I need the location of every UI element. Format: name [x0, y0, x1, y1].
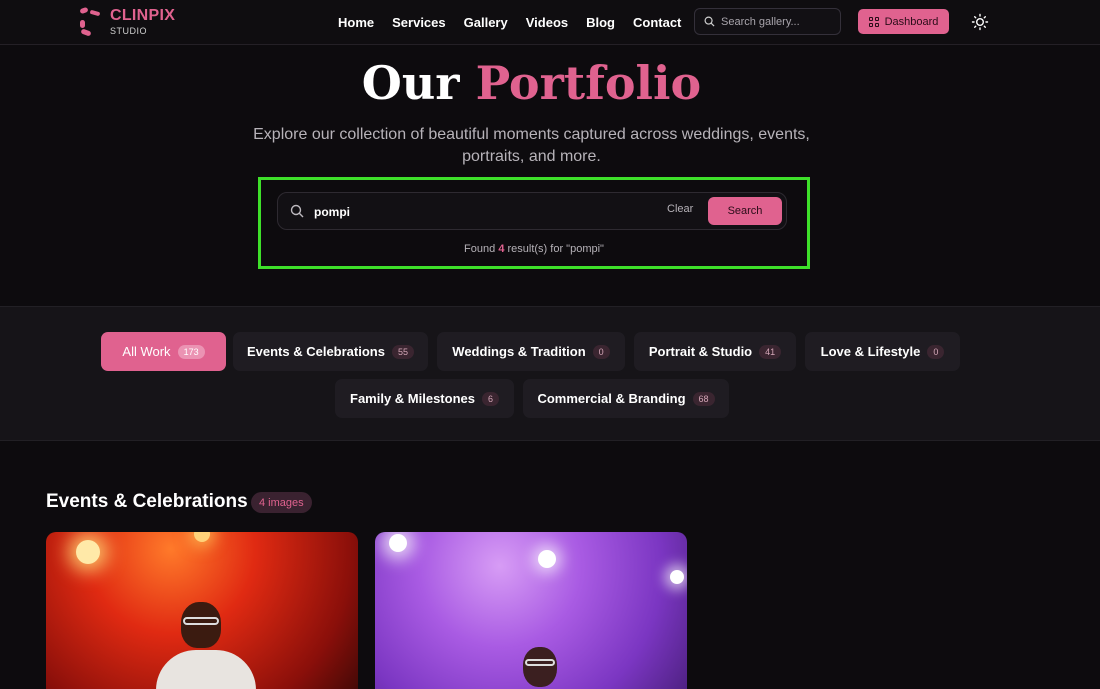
category-filter-bar: All Work 173 Events & Celebrations 55 We… — [0, 306, 1100, 441]
brand-sub: STUDIO — [110, 26, 148, 36]
filter-chip-portrait[interactable]: Portrait & Studio 41 — [634, 332, 796, 371]
section-title: Events & Celebrations — [46, 491, 248, 512]
nav-search-input[interactable] — [721, 15, 831, 28]
nav-search-box[interactable] — [694, 8, 841, 35]
filter-chip-count: 41 — [759, 344, 782, 359]
filter-chip-label: Events & Celebrations — [246, 344, 385, 359]
nav-link-videos[interactable]: Videos — [526, 15, 568, 30]
performer-figure — [156, 602, 256, 689]
filter-chip-family[interactable]: Family & Milestones 6 — [335, 379, 514, 418]
search-result-summary: Found 4 result(s) for "pompi" — [258, 243, 810, 255]
filter-chip-label: All Work — [122, 344, 171, 359]
result-suffix: result(s) for "pompi" — [507, 243, 604, 255]
nav-link-home[interactable]: Home — [338, 15, 374, 30]
dashboard-button[interactable]: Dashboard — [858, 9, 949, 34]
filter-chip-label: Family & Milestones — [350, 391, 475, 406]
event-photo-card[interactable] — [46, 532, 358, 689]
logo-mark-icon — [78, 6, 102, 38]
nav-link-gallery[interactable]: Gallery — [464, 15, 508, 30]
page-title-plain: Our — [361, 56, 460, 110]
filter-chip-count: 6 — [481, 391, 499, 406]
filter-chip-label: Portrait & Studio — [648, 344, 753, 359]
nav-link-contact[interactable]: Contact — [633, 15, 681, 30]
image-count-badge: 4 images — [251, 492, 312, 513]
filter-chip-label: Love & Lifestyle — [820, 344, 921, 359]
dashboard-label: Dashboard — [884, 15, 939, 28]
grid-icon — [868, 16, 879, 27]
top-navbar: CLINPIX STUDIO Home Services Gallery Vid… — [0, 0, 1100, 45]
filter-chip-events[interactable]: Events & Celebrations 55 — [233, 332, 428, 371]
filter-chip-all-work[interactable]: All Work 173 — [101, 332, 226, 371]
page-title: Our Portfolio — [0, 56, 1063, 110]
nav-link-blog[interactable]: Blog — [586, 15, 615, 30]
page-subtitle: Explore our collection of beautiful mome… — [253, 126, 810, 165]
nav-links: Home Services Gallery Videos Blog Contac… — [338, 0, 699, 44]
filter-chip-count: 0 — [927, 344, 945, 359]
filter-chip-weddings[interactable]: Weddings & Tradition 0 — [437, 332, 625, 371]
result-prefix: Found — [464, 243, 496, 255]
page-title-accent: Portfolio — [475, 56, 702, 110]
filter-chip-count: 173 — [177, 344, 205, 359]
filter-chip-label: Commercial & Branding — [537, 391, 686, 406]
gallery-search-bar[interactable]: Clear Search — [277, 192, 787, 230]
search-button[interactable]: Search — [708, 197, 782, 225]
filter-chip-count: 55 — [391, 344, 414, 359]
filter-chip-label: Weddings & Tradition — [452, 344, 586, 359]
nav-link-services[interactable]: Services — [392, 15, 446, 30]
filter-chip-count: 68 — [692, 391, 715, 406]
sun-icon[interactable] — [971, 13, 989, 31]
filter-chip-count: 0 — [592, 344, 610, 359]
brand-name: CLINPIX — [110, 7, 176, 24]
search-icon — [290, 204, 304, 218]
search-icon — [704, 16, 715, 27]
clear-button[interactable]: Clear — [667, 203, 693, 215]
gallery-search-input[interactable] — [314, 202, 614, 222]
performer-figure — [515, 647, 575, 689]
event-photo-card[interactable] — [375, 532, 687, 689]
filter-chip-love[interactable]: Love & Lifestyle 0 — [805, 332, 960, 371]
result-count: 4 — [498, 243, 505, 255]
logo[interactable]: CLINPIX STUDIO — [78, 5, 188, 39]
filter-chip-commercial[interactable]: Commercial & Branding 68 — [523, 379, 729, 418]
